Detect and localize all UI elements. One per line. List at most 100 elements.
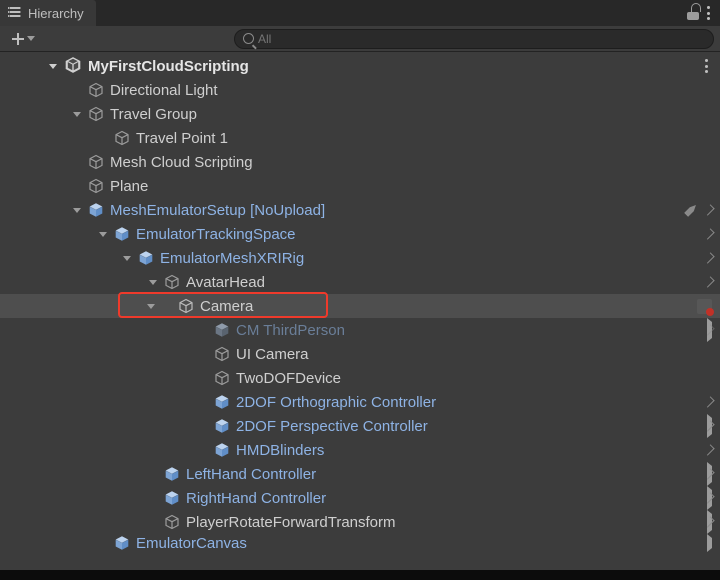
footer-bar [0,570,720,580]
tree-item-emulator-mesh-xri-rig[interactable]: EmulatorMeshXRIRig [0,246,720,270]
gameobject-cube-icon [164,274,180,290]
tree-item-label: PlayerRotateForwardTransform [186,515,396,530]
chevron-right-icon[interactable] [198,421,208,431]
chevron-right-icon[interactable] [706,325,712,335]
chevron-right-icon[interactable] [706,445,712,455]
gameobject-cube-icon [88,178,104,194]
gameobject-cube-icon [88,106,104,122]
chevron-down-icon[interactable] [48,61,58,71]
lock-open-icon[interactable] [687,6,699,20]
tree-item-left-hand[interactable]: LeftHand Controller [0,462,720,486]
tree-item-mesh-cloud-scripting[interactable]: Mesh Cloud Scripting [0,150,720,174]
tree-item-player-rotate[interactable]: PlayerRotateForwardTransform [0,510,720,534]
panel-icon [8,5,22,21]
chevron-down-icon[interactable] [122,253,132,263]
tree-item-label: 2DOF Orthographic Controller [236,395,436,410]
chevron-right-icon[interactable] [706,229,712,239]
chevron-right-icon[interactable] [706,469,712,479]
chevron-right-icon[interactable] [148,517,158,527]
tree-item-plane[interactable]: Plane [0,174,720,198]
chevron-right-icon[interactable] [706,253,712,263]
prefab-cube-icon [214,442,230,458]
tree-item-ui-camera[interactable]: UI Camera [0,342,720,366]
prefab-cube-icon [88,202,104,218]
tree-item-label: EmulatorMeshXRIRig [160,251,304,266]
chevron-down-icon[interactable] [146,301,156,311]
tree-item-label: MeshEmulatorSetup [NoUpload] [110,203,325,218]
tree-item-label: AvatarHead [186,275,265,290]
prefab-cube-icon [114,226,130,242]
prefab-cube-icon [114,535,130,551]
tree-item-avatar-head[interactable]: AvatarHead [0,270,720,294]
tree-item-label: Mesh Cloud Scripting [110,155,253,170]
tree-item-emulator-canvas[interactable]: EmulatorCanvas [0,534,720,552]
chevron-down-icon [27,36,35,41]
chevron-down-icon[interactable] [72,109,82,119]
scene-row[interactable]: MyFirstCloudScripting [0,54,720,78]
unity-cube-icon [64,56,82,77]
prefab-cube-icon [138,250,154,266]
script-warning-icon [697,299,712,314]
chevron-right-icon[interactable] [148,493,158,503]
search-input[interactable] [234,29,714,49]
chevron-right-icon[interactable] [706,421,712,431]
tab-hierarchy[interactable]: Hierarchy [0,0,96,26]
chevron-right-icon[interactable] [706,397,712,407]
tree-item-label: TwoDOFDevice [236,371,341,386]
plus-icon [11,32,25,46]
gameobject-cube-icon [88,154,104,170]
tabbar-spacer [96,0,687,26]
create-button[interactable] [6,29,40,49]
tree-item-directional-light[interactable]: Directional Light [0,78,720,102]
chevron-right-icon[interactable] [198,325,208,335]
chevron-right-icon[interactable] [706,277,712,287]
search-input-field[interactable] [258,30,705,48]
chevron-right-icon[interactable] [148,469,158,479]
tree-item-emulator-tracking-space[interactable]: EmulatorTrackingSpace [0,222,720,246]
gameobject-cube-icon [114,130,130,146]
tree-item-hmd-blinders[interactable]: HMDBlinders [0,438,720,462]
tree-item-travel-group[interactable]: Travel Group [0,102,720,126]
gameobject-cube-icon [214,346,230,362]
tree-item-two-dof-device[interactable]: TwoDOFDevice [0,366,720,390]
gameobject-cube-icon [214,370,230,386]
tag-icon [681,200,701,220]
tree-item-label: Plane [110,179,148,194]
tree-item-label: HMDBlinders [236,443,324,458]
scene-menu-icon[interactable] [705,59,708,73]
tree-item-cm-thirdperson[interactable]: CM ThirdPerson [0,318,720,342]
tree-item-label: EmulatorCanvas [136,536,247,551]
tree-item-label: Directional Light [110,83,218,98]
chevron-right-icon[interactable] [706,517,712,527]
tree-item-label: CM ThirdPerson [236,323,345,338]
tree-item-travel-point-1[interactable]: Travel Point 1 [0,126,720,150]
tree-item-mesh-emulator-setup[interactable]: MeshEmulatorSetup [NoUpload] [0,198,720,222]
chevron-down-icon[interactable] [72,205,82,215]
tree-item-label: Camera [200,299,253,314]
tree-item-label: Travel Point 1 [136,131,228,146]
tree-item-label: Travel Group [110,107,197,122]
chevron-right-icon[interactable] [98,538,108,548]
tree-item-right-hand[interactable]: RightHand Controller [0,486,720,510]
chevron-right-icon[interactable] [706,205,712,215]
prefab-cube-icon [214,418,230,434]
prefab-cube-icon [164,466,180,482]
chevron-right-icon[interactable] [706,493,712,503]
tree-item-label: UI Camera [236,347,309,362]
chevron-down-icon[interactable] [148,277,158,287]
scene-name: MyFirstCloudScripting [88,59,249,74]
tree-item-label: RightHand Controller [186,491,326,506]
tree-item-label: EmulatorTrackingSpace [136,227,296,242]
chevron-down-icon[interactable] [98,229,108,239]
gameobject-cube-icon [178,298,194,314]
gameobject-cube-icon [164,514,180,530]
prefab-cube-icon [164,490,180,506]
panel-menu-icon[interactable] [707,6,710,20]
prefab-cube-icon [214,322,230,338]
tab-title: Hierarchy [28,7,84,20]
tree-item-label: LeftHand Controller [186,467,316,482]
tree-item-camera[interactable]: Camera [0,294,720,318]
tree-item-2dof-ortho[interactable]: 2DOF Orthographic Controller [0,390,720,414]
prefab-cube-icon [214,394,230,410]
tree-item-2dof-persp[interactable]: 2DOF Perspective Controller [0,414,720,438]
